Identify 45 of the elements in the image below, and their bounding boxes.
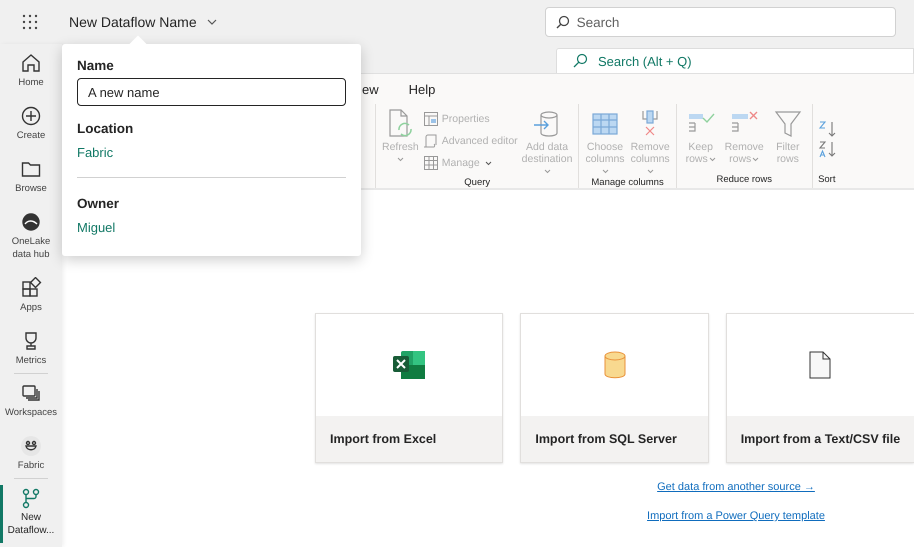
nav-item[interactable]: Home <box>0 50 62 103</box>
search-field[interactable]: Search (Alt + Q) <box>556 48 914 73</box>
file-icon <box>809 351 832 379</box>
field-label: Name <box>77 58 115 73</box>
nav-item[interactable]: Fabric <box>0 433 62 486</box>
nav-item[interactable]: Apps <box>0 275 62 328</box>
owner-value: Miguel <box>77 220 116 235</box>
group-label: Manage columns <box>590 177 665 190</box>
scroll-icon <box>422 133 439 149</box>
nav-item[interactable]: Metrics <box>0 328 62 381</box>
branch-icon <box>20 487 42 509</box>
search-field[interactable]: Search <box>544 7 896 37</box>
ribbon-tab[interactable]: Help <box>408 82 436 96</box>
card-title: Import from a Text/CSV file <box>740 431 900 448</box>
face-icon <box>20 435 42 457</box>
app-launcher-icon[interactable] <box>22 14 38 30</box>
import-card[interactable]: Import from SQL Server <box>520 313 709 463</box>
apps-icon <box>20 277 42 299</box>
nav-item[interactable]: Browse <box>0 156 62 209</box>
dataflow-title[interactable]: New Dataflow Name <box>69 14 197 30</box>
link[interactable]: Import from a Power Query template <box>647 510 825 522</box>
group-label: Query <box>463 177 492 190</box>
field-label: Owner <box>77 196 120 211</box>
spreadsheet-icon <box>393 351 426 379</box>
home-icon <box>20 52 42 74</box>
field-label: Location <box>77 121 134 136</box>
name-input[interactable]: A new name <box>77 78 346 106</box>
ribbon-tab[interactable]: ew <box>362 82 379 96</box>
chevron-down-icon[interactable] <box>206 19 217 25</box>
group-label: Reduce rows <box>716 174 773 187</box>
import-card[interactable]: Import from a Text/CSV file <box>726 313 914 463</box>
table-icon <box>422 155 439 171</box>
nav-item[interactable]: Create <box>0 103 62 156</box>
database-icon <box>604 351 626 379</box>
nav-item[interactable]: Workspaces <box>0 380 62 433</box>
group-label: Sort <box>817 174 836 187</box>
plus-circle-icon <box>20 105 42 127</box>
card-title: Import from SQL Server <box>535 431 677 448</box>
nav-item[interactable]: OneLake data hub <box>0 209 62 275</box>
link[interactable]: Get data from another source → <box>657 481 815 493</box>
card-title: Import from Excel <box>330 431 436 448</box>
sort-icon <box>816 120 837 160</box>
properties-icon <box>422 111 439 127</box>
location-value: Fabric <box>77 145 114 160</box>
import-card[interactable]: Import from Excel <box>315 313 504 463</box>
